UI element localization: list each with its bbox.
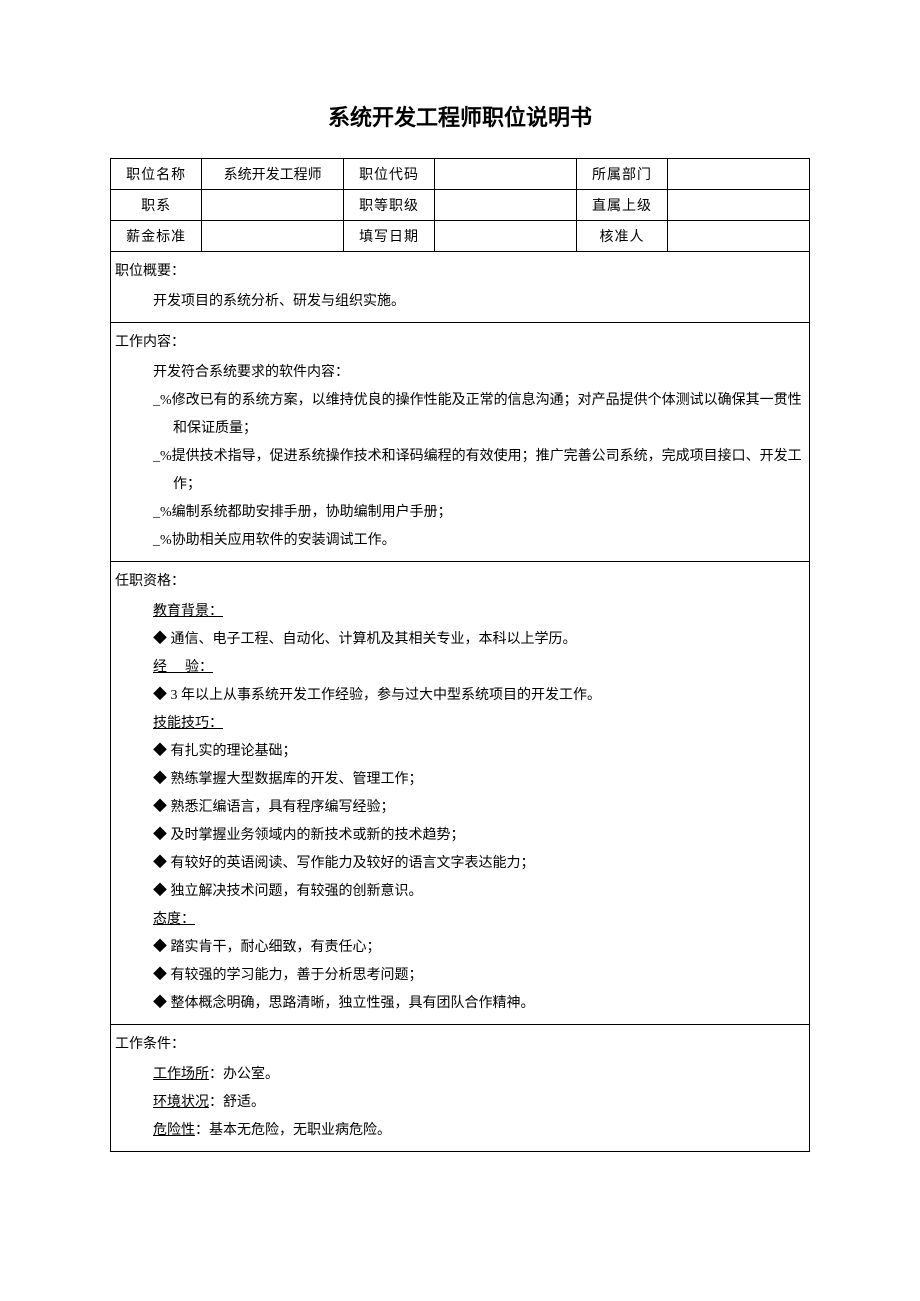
skill-item: ◆ 有扎实的理论基础； (115, 738, 805, 766)
value-department (668, 159, 810, 190)
overview-label: 职位概要： (115, 258, 805, 286)
label-salary: 薪金标准 (111, 221, 202, 252)
skill-item: ◆ 有较好的英语阅读、写作能力及较好的语言文字表达能力； (115, 850, 805, 878)
label-position-code: 职位代码 (343, 159, 434, 190)
content-label: 工作内容： (115, 329, 805, 357)
content-item: _%提供技术指导，促进系统操作技术和译码编程的有效使用；推广完善公司系统，完成项… (135, 443, 805, 499)
content-section: 工作内容： 开发符合系统要求的软件内容： _%修改已有的系统方案，以维持优良的操… (110, 323, 810, 562)
skills-label: 技能技巧： (115, 710, 805, 738)
experience-text: ◆ 3 年以上从事系统开发工作经验，参与过大中型系统项目的开发工作。 (115, 682, 805, 710)
experience-label: 经验： (115, 654, 805, 682)
qualification-section: 任职资格： 教育背景： ◆ 通信、电子工程、自动化、计算机及其相关专业，本科以上… (110, 562, 810, 1025)
label-job-series: 职系 (111, 190, 202, 221)
overview-text: 开发项目的系统分析、研发与组织实施。 (115, 288, 805, 316)
value-salary (202, 221, 344, 252)
label-approver: 核准人 (576, 221, 667, 252)
workplace-row: 工作场所：办公室。 (115, 1061, 805, 1089)
content-item: _%协助相关应用软件的安装调试工作。 (135, 527, 805, 555)
qualification-label: 任职资格： (115, 568, 805, 596)
label-fill-date: 填写日期 (343, 221, 434, 252)
overview-section: 职位概要： 开发项目的系统分析、研发与组织实施。 (110, 252, 810, 323)
attitude-label: 态度： (115, 906, 805, 934)
content-item: _%修改已有的系统方案，以维持优良的操作性能及正常的信息沟通；对产品提供个体测试… (135, 387, 805, 443)
attitude-item: ◆ 踏实肯干，耐心细致，有责任心； (115, 934, 805, 962)
education-text: ◆ 通信、电子工程、自动化、计算机及其相关专业，本科以上学历。 (115, 626, 805, 654)
content-item: _%编制系统都助安排手册，协助编制用户手册； (135, 499, 805, 527)
skill-item: ◆ 及时掌握业务领域内的新技术或新的技术趋势； (115, 822, 805, 850)
value-supervisor (668, 190, 810, 221)
header-table: 职位名称 系统开发工程师 职位代码 所属部门 职系 职等职级 直属上级 薪金标准… (110, 158, 810, 252)
label-supervisor: 直属上级 (576, 190, 667, 221)
value-job-series (202, 190, 344, 221)
attitude-item: ◆ 有较强的学习能力，善于分析思考问题； (115, 962, 805, 990)
value-fill-date (435, 221, 577, 252)
label-position-name: 职位名称 (111, 159, 202, 190)
skill-item: ◆ 熟练掌握大型数据库的开发、管理工作； (115, 766, 805, 794)
label-department: 所属部门 (576, 159, 667, 190)
conditions-section: 工作条件： 工作场所：办公室。 环境状况：舒适。 危险性：基本无危险，无职业病危… (110, 1025, 810, 1152)
content-lead: 开发符合系统要求的软件内容： (115, 359, 805, 387)
risk-row: 危险性：基本无危险，无职业病危险。 (115, 1117, 805, 1145)
label-job-grade: 职等职级 (343, 190, 434, 221)
value-job-grade (435, 190, 577, 221)
environment-row: 环境状况：舒适。 (115, 1089, 805, 1117)
value-position-name: 系统开发工程师 (202, 159, 344, 190)
value-approver (668, 221, 810, 252)
education-label: 教育背景： (115, 598, 805, 626)
skill-item: ◆ 熟悉汇编语言，具有程序编写经验； (115, 794, 805, 822)
attitude-item: ◆ 整体概念明确，思路清晰，独立性强，具有团队合作精神。 (115, 990, 805, 1018)
conditions-label: 工作条件： (115, 1031, 805, 1059)
value-position-code (435, 159, 577, 190)
document-title: 系统开发工程师职位说明书 (110, 100, 810, 132)
skill-item: ◆ 独立解决技术问题，有较强的创新意识。 (115, 878, 805, 906)
